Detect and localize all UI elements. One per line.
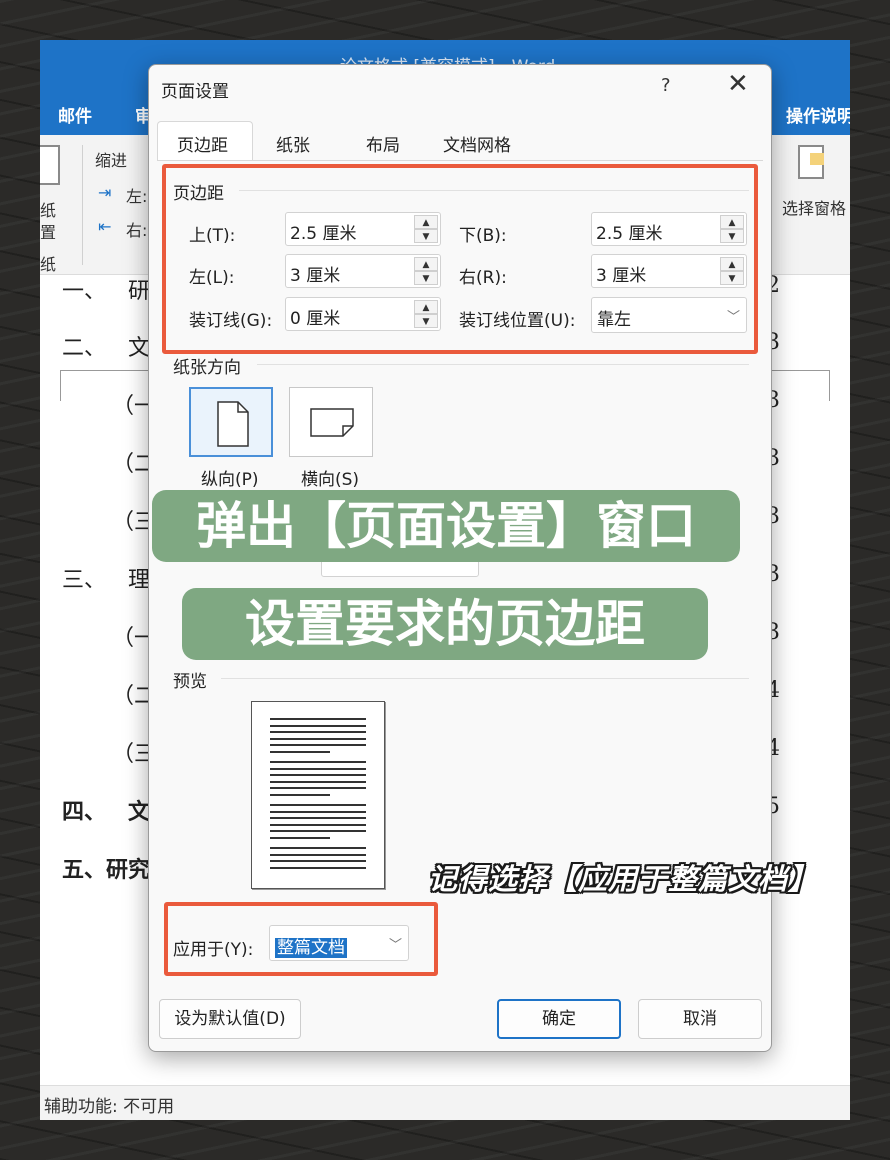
portrait-label[interactable]: 纵向(P) [201,465,259,490]
ribbon-label: 置 [40,223,57,242]
ribbon-label: 纸 [40,201,57,220]
indent-left-label: 左: [126,187,148,206]
apply-whole-document-note: 记得选择【应用于整篇文档】 [428,862,819,896]
preview-text-line [270,787,366,790]
margins-highlight-box [162,164,758,354]
portrait-page-icon [217,401,249,447]
preview-text-line [270,860,366,863]
orientation-group-label: 纸张方向 [173,358,241,378]
cancel-button[interactable]: 取消 [638,999,762,1039]
tab-layout[interactable]: 布局 [366,131,400,156]
toc-entry-number: 二、 [62,336,107,361]
toc-entry-text: 理 [128,568,151,593]
preview-group-label: 预览 [173,672,207,692]
preview-text-line [270,853,366,856]
group-divider [257,364,749,365]
preview-text-line [270,780,366,783]
preview-text-line [270,724,366,727]
help-button[interactable]: ? [661,75,671,96]
toc-entry-number: 四、 [62,799,107,825]
status-bar: 辅助功能: 不可用 [40,1085,850,1120]
landscape-label[interactable]: 横向(S) [301,465,359,490]
preview-text-line [270,817,366,820]
apply-to-highlight-box [164,902,438,976]
toc-entry-text: 文 [128,799,151,825]
preview-text-line [270,751,330,753]
tab-divider [157,160,763,161]
indent-left-icon: ⇥ [98,183,112,202]
toc-entry-number: 三、 [62,568,107,593]
preview-page [251,701,385,889]
indent-group-label: 缩进 [95,151,128,170]
preview-text-line [270,830,366,833]
tab-paper[interactable]: 纸张 [276,131,310,156]
preview-text-line [270,866,366,869]
tab-margins[interactable]: 页边距 [177,131,228,156]
landscape-page-icon [310,408,354,437]
ribbon-divider [82,145,83,265]
selection-pane-button[interactable]: 选择窗格 [782,195,846,219]
ribbon-group-label: 纸 [40,255,57,274]
set-default-button[interactable]: 设为默认值(D) [159,999,301,1039]
close-icon[interactable]: ✕ [727,71,749,97]
landscape-button[interactable] [289,387,373,457]
banner-set-margins: 设置要求的页边距 [182,588,708,660]
preview-text-line [270,774,366,777]
preview-text-line [270,804,366,806]
preview-text-line [270,718,366,720]
paper-icon[interactable] [40,145,60,185]
preview-text-line [270,731,366,734]
preview-text-line [270,823,366,826]
toc-entry-text: 研 [128,279,151,304]
ribbon-tab-mail[interactable]: 邮件 [58,102,92,127]
ribbon-tab-tell-me[interactable]: 操作说明 [786,102,850,127]
group-divider [221,678,749,679]
dialog-title: 页面设置 [161,82,229,102]
toc-entry-text: 文 [128,336,151,361]
indent-right-label: 右: [126,221,148,240]
preview-text-line [270,794,330,796]
preview-text-line [270,837,330,839]
preview-text-line [270,810,366,813]
tab-document-grid[interactable]: 文档网格 [443,131,511,156]
preview-text-line [270,767,366,770]
toc-entry-number: 一、 [62,279,107,304]
selection-pane-icon[interactable] [798,145,824,179]
accessibility-status[interactable]: 辅助功能: 不可用 [44,1092,174,1117]
preview-text-line [270,744,366,747]
indent-right-icon: ⇤ [98,217,112,236]
banner-page-setup: 弹出【页面设置】窗口 [152,490,740,562]
portrait-button[interactable] [189,387,273,457]
preview-text-line [270,847,366,849]
preview-text-line [270,737,366,740]
preview-text-line [270,761,366,763]
ok-button[interactable]: 确定 [497,999,621,1039]
